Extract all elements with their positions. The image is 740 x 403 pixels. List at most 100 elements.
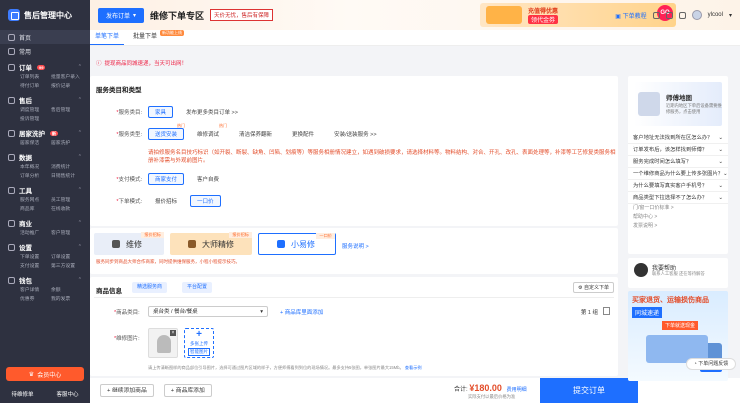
username[interactable]: ylcool xyxy=(708,12,723,18)
settings-icon: ⚙ xyxy=(578,285,583,291)
sidebar-section-title[interactable]: 订单 99 ⌃ xyxy=(0,60,90,74)
type-card-quick[interactable]: 小易修 一口价 xyxy=(258,233,336,255)
faq-item[interactable]: 一个维修商品为什么要上传多张图片？ ⌄ xyxy=(628,168,728,180)
message-icon[interactable] xyxy=(665,11,673,19)
sidebar-item[interactable]: 下单设置 xyxy=(20,254,51,262)
sidebar-item[interactable]: 居家洗护 xyxy=(51,140,82,148)
category-option-furniture[interactable]: 家具 xyxy=(148,106,174,118)
service-type-row: *服务类型: 送货安装 热门 维修调试 热门 清洁保养翻新 更换配件 安装/送装服务… xyxy=(96,123,390,140)
sidebar-section-title[interactable]: 工具 ⌃ xyxy=(0,183,90,197)
image-upload-button[interactable]: + 多张上传 智能图片 xyxy=(184,328,214,358)
sidebar-item[interactable]: 活动推广 xyxy=(20,230,51,238)
type-option-repair[interactable]: 维修调试 热门 xyxy=(190,123,227,140)
sidebar-section-title[interactable]: 设置 ⌃ xyxy=(0,240,90,254)
goods-category-select[interactable]: 桌台类 / 餐台/餐桌 ▾ xyxy=(148,306,268,317)
chevron-down-icon: ⌄ xyxy=(723,171,728,177)
help-panel[interactable]: 我要帮助 联系人工客服 还在等待解答 xyxy=(628,258,728,288)
sidebar-section-title[interactable]: 钱包 ⌃ xyxy=(0,273,90,287)
custom-order-button[interactable]: ⚙ 自定义下单 xyxy=(573,282,614,293)
sidebar-footer-repair[interactable]: 待维修单 xyxy=(11,390,33,398)
close-icon[interactable]: × xyxy=(170,330,176,336)
tab-batch-order[interactable]: 批量下单 新功能上线 xyxy=(128,29,185,45)
type-option-more[interactable]: 安装/送装服务 >> xyxy=(327,128,383,140)
sidebar-section-title[interactable]: 居家洗护新 ⌃ xyxy=(0,126,90,140)
mode-option-fixed[interactable]: 一口价 xyxy=(190,195,221,207)
repair-image-thumb[interactable]: × xyxy=(148,328,178,358)
faq-item[interactable]: 商品类型下拉选择不了怎么办？ ⌄ xyxy=(628,192,728,204)
gift-icon xyxy=(486,6,522,24)
sidebar-footer-service[interactable]: 客服中心 xyxy=(56,390,78,398)
sidebar-item[interactable]: 居家保洁 xyxy=(20,140,51,148)
sidebar-section-title[interactable]: 商业 ⌃ xyxy=(0,216,90,230)
tutorial-link[interactable]: ▣ 下单教程 xyxy=(615,11,646,20)
chevron-up-icon: ⌃ xyxy=(77,64,82,70)
sidebar-item[interactable]: 订单列表 xyxy=(20,74,51,82)
guide-link[interactable]: 帮助中心 > xyxy=(628,213,728,222)
more-category-link[interactable]: 发布更多类目订单 >> xyxy=(179,106,245,118)
type-option-parts[interactable]: 更换配件 xyxy=(285,128,321,140)
sidebar-item[interactable]: 客户详情 xyxy=(20,287,51,295)
platform-config-chip[interactable]: 平台配置 xyxy=(182,282,213,293)
submit-order-button[interactable]: 提交订单 xyxy=(540,378,638,403)
sidebar-item[interactable]: 待付订单 xyxy=(20,83,51,91)
sidebar-item[interactable]: 订单设置 xyxy=(51,254,82,262)
guide-link[interactable]: 发票说明 > xyxy=(628,222,728,231)
sidebar-item[interactable]: 订单分析 xyxy=(20,173,51,181)
sidebar-item[interactable]: 支付设置 xyxy=(20,263,51,271)
upgrade-button[interactable]: ♛ 会员中心 xyxy=(6,367,84,381)
add-from-library-link[interactable]: + 商品库里面添加 xyxy=(280,308,323,316)
payment-option-customer[interactable]: 客户自费 xyxy=(190,173,226,185)
guide-header[interactable]: 师傅地图 近期内地区下单后设备需要维修服务，点击使用 xyxy=(634,82,722,126)
sidebar-item[interactable]: 客户管理 xyxy=(51,230,82,238)
type-option-clean[interactable]: 清洁保养翻新 xyxy=(232,128,279,140)
faq-item[interactable]: 订单发布后，该怎样找到师傅？ ⌄ xyxy=(628,144,728,156)
faq-item[interactable]: 服务完成时间怎么填写？ ⌄ xyxy=(628,156,728,168)
sidebar-item-common[interactable]: 常用 xyxy=(0,44,90,58)
sidebar-item[interactable]: 本年概况 xyxy=(20,164,51,172)
tab-single-order[interactable]: 单笔下单 xyxy=(90,29,125,45)
sidebar-section-title[interactable]: 售后 ⌃ xyxy=(0,93,90,107)
add-goods-button[interactable]: + 商品库添加 xyxy=(163,384,212,397)
sidebar-item[interactable]: 日销售统计 xyxy=(51,173,82,181)
sidebar-item[interactable]: 调度管理 xyxy=(20,107,51,115)
example-link[interactable]: 查看示例 xyxy=(405,365,422,370)
type-option-install[interactable]: 送货安装 热门 xyxy=(148,123,185,140)
sidebar-item[interactable]: 批量客户录入 xyxy=(51,74,82,82)
wallet-icon[interactable] xyxy=(678,11,686,19)
sidebar-item[interactable]: 报价记录 xyxy=(51,83,82,91)
sidebar-item[interactable]: 余额 xyxy=(51,287,82,295)
sidebar-item[interactable]: 优惠券 xyxy=(20,296,51,304)
sidebar-item[interactable]: 服务网点 xyxy=(20,197,51,205)
sidebar-item[interactable]: 在线收款 xyxy=(51,206,82,214)
sidebar-item[interactable]: 商品库 xyxy=(20,206,51,214)
preferred-vendor-chip[interactable]: 精选服务商 xyxy=(132,282,168,293)
bell-icon[interactable] xyxy=(652,11,660,19)
feedback-button[interactable]: ◔ 下单问题反馈 xyxy=(686,358,736,370)
service-description-link[interactable]: 服务说明 > xyxy=(342,242,369,250)
faq-item[interactable]: 客户地址无法找到所在区怎么办？ ⌄ xyxy=(628,132,728,144)
payment-option-merchant[interactable]: 商家支付 xyxy=(148,173,185,185)
guide-link[interactable]: 门/窗一口价标准 > xyxy=(628,204,728,213)
slogan-badge: 天价无忧，售后有保障 xyxy=(210,9,274,21)
sidebar-section: 数据 ⌃ 本年概况 消费统计 订单分析 日销售统计 xyxy=(0,150,90,181)
info-icon: ⓘ xyxy=(96,61,102,67)
sidebar-item[interactable]: 员工管理 xyxy=(51,197,82,205)
sidebar-item[interactable]: 售后管理 xyxy=(51,107,82,115)
type-card-repair[interactable]: 维修 报价招标 xyxy=(94,232,164,255)
sidebar-item-home[interactable]: 首页 xyxy=(0,30,90,44)
publish-order-button[interactable]: 发布订单 ▾ xyxy=(98,7,144,23)
chevron-down-icon: ⌄ xyxy=(718,183,723,189)
faq-item[interactable]: 为什么要填写真实客户手机号？ ⌄ xyxy=(628,180,728,192)
fee-detail-link[interactable]: 费用明细 xyxy=(507,387,527,393)
trash-icon[interactable] xyxy=(603,307,610,315)
sidebar-item[interactable]: 第三方设置 xyxy=(51,263,82,271)
sidebar-section-title[interactable]: 数据 ⌃ xyxy=(0,150,90,164)
app-brand[interactable]: 售后管理中心 xyxy=(0,0,90,30)
mode-option-bid[interactable]: 报价招标 xyxy=(148,195,184,207)
sidebar-item[interactable]: 投诉管理 xyxy=(20,116,51,124)
type-card-master[interactable]: 大师精修 报价招标 xyxy=(170,232,252,255)
sidebar-item[interactable]: 消费统计 xyxy=(51,164,82,172)
add-service-button[interactable]: + 继续添加商品 xyxy=(100,384,154,397)
sidebar-item[interactable]: 我的发票 xyxy=(51,296,82,304)
avatar[interactable] xyxy=(691,10,702,20)
